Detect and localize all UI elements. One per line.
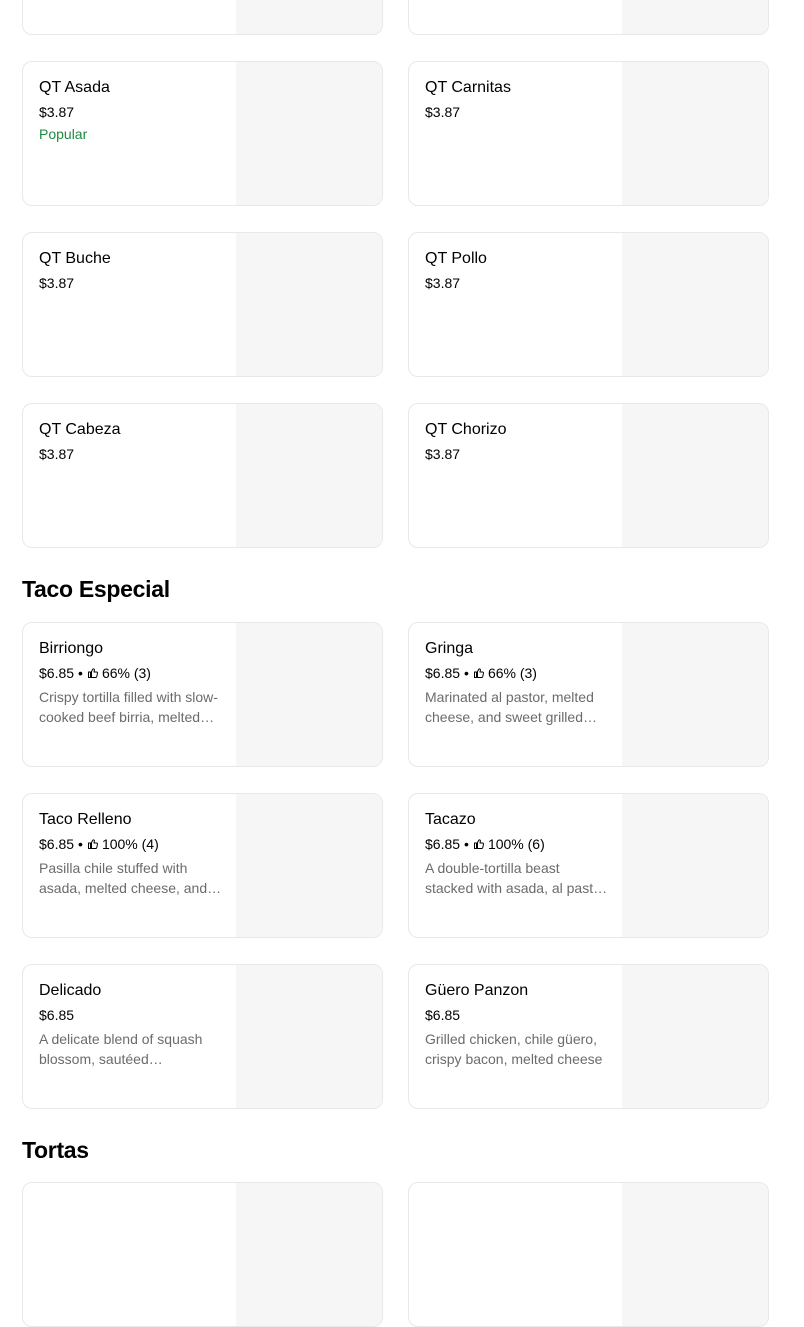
item-rating: 100% (6)	[487, 836, 545, 852]
item-description: A double-tortilla beast stacked with asa…	[425, 860, 606, 896]
item-image-placeholder	[622, 233, 768, 376]
menu-item-qt-buche[interactable]: QT Buche $3.87	[22, 232, 383, 377]
item-name: QT Cabeza	[39, 421, 121, 438]
thumbs-up-icon	[473, 668, 484, 678]
item-image-placeholder	[236, 0, 382, 34]
item-price: $3.87	[39, 446, 75, 462]
section-title-tortas: Tortas	[22, 1137, 89, 1163]
thumbs-up-icon	[473, 839, 484, 849]
menu-item-qt-cabeza[interactable]: QT Cabeza $3.87	[22, 403, 383, 548]
item-price-row: $3.87	[425, 274, 610, 292]
item-price-row: $3.87	[425, 445, 610, 463]
item-name: QT Pollo	[425, 250, 487, 267]
menu-item-card-partial[interactable]	[22, 0, 383, 35]
item-image-placeholder	[236, 794, 382, 937]
meta-separator: •	[464, 836, 469, 852]
item-price: $3.87	[425, 104, 461, 120]
item-name: QT Chorizo	[425, 421, 507, 438]
item-name: Gringa	[425, 640, 474, 657]
item-image-placeholder	[622, 623, 768, 766]
item-price-row: $3.87	[39, 445, 224, 463]
item-image-placeholder	[622, 404, 768, 547]
item-image-placeholder	[236, 62, 382, 205]
item-price-row: $6.85	[425, 1006, 610, 1024]
item-name: QT Carnitas	[425, 79, 511, 96]
item-image-placeholder	[622, 0, 768, 34]
item-name: QT Asada	[39, 79, 110, 96]
item-name: Tacazo	[425, 811, 476, 828]
section-title-taco-especial: Taco Especial	[22, 576, 170, 602]
menu-item-birriongo[interactable]: Birriongo $6.85 • 66% (3) Crispy tortill…	[22, 622, 383, 767]
item-name: Güero Panzon	[425, 982, 529, 999]
item-price-row: $6.85	[39, 1006, 224, 1024]
item-price: $3.87	[425, 275, 461, 291]
item-price: $3.87	[39, 104, 75, 120]
item-price: $6.85	[425, 665, 461, 681]
item-image-placeholder	[622, 794, 768, 937]
item-image-placeholder	[236, 233, 382, 376]
item-price: $3.87	[425, 446, 461, 462]
meta-separator: •	[78, 665, 83, 681]
menu-item-card-partial[interactable]	[408, 0, 769, 35]
menu-item-qt-pollo[interactable]: QT Pollo $3.87	[408, 232, 769, 377]
item-description: Marinated al pastor, melted cheese, and …	[425, 689, 594, 725]
menu-item-qt-asada[interactable]: QT Asada $3.87 Popular	[22, 61, 383, 206]
item-rating: 66% (3)	[487, 665, 537, 681]
item-description: Pasilla chile stuffed with asada, melted…	[39, 860, 208, 896]
item-price-row: $3.87	[39, 274, 224, 292]
meta-separator: •	[464, 665, 469, 681]
popular-badge: Popular	[39, 126, 88, 142]
item-price-row: $6.85 • 66% (3)	[425, 664, 610, 682]
item-name: Taco Relleno	[39, 811, 132, 828]
menu-item-gringa[interactable]: Gringa $6.85 • 66% (3) Marinated al past…	[408, 622, 769, 767]
item-price-row: $3.87	[425, 103, 610, 121]
item-price: $6.85	[425, 1007, 461, 1023]
item-rating: 66% (3)	[101, 665, 151, 681]
item-rating: 100% (4)	[101, 836, 159, 852]
menu-item-guero-panzon[interactable]: Güero Panzon $6.85 Grilled chicken, chil…	[408, 964, 769, 1109]
item-image-placeholder	[236, 404, 382, 547]
item-description: Crispy tortilla filled with slow-cooked …	[39, 689, 218, 725]
item-image-placeholder	[622, 62, 768, 205]
item-image-placeholder	[622, 965, 768, 1108]
item-price: $6.85	[425, 836, 461, 852]
menu-item-qt-chorizo[interactable]: QT Chorizo $3.87	[408, 403, 769, 548]
menu-item-card-partial[interactable]	[408, 1182, 769, 1327]
item-price-row: $3.87	[39, 103, 224, 121]
menu-item-card-partial[interactable]	[22, 1182, 383, 1327]
menu-item-taco-relleno[interactable]: Taco Relleno $6.85 • 100% (4) Pasilla ch…	[22, 793, 383, 938]
item-price-row: $6.85 • 66% (3)	[39, 664, 224, 682]
menu-item-qt-carnitas[interactable]: QT Carnitas $3.87	[408, 61, 769, 206]
item-image-placeholder	[622, 1183, 768, 1326]
menu-item-tacazo[interactable]: Tacazo $6.85 • 100% (6) A double-tortill…	[408, 793, 769, 938]
item-price: $6.85	[39, 1007, 75, 1023]
item-image-placeholder	[236, 623, 382, 766]
item-price-row: $6.85 • 100% (4)	[39, 835, 224, 853]
item-name: QT Buche	[39, 250, 111, 267]
item-image-placeholder	[236, 965, 382, 1108]
item-price: $3.87	[39, 275, 75, 291]
item-name: Birriongo	[39, 640, 104, 657]
thumbs-up-icon	[87, 668, 98, 678]
item-price: $6.85	[39, 836, 75, 852]
item-name: Delicado	[39, 982, 102, 999]
thumbs-up-icon	[87, 839, 98, 849]
item-description: Grilled chicken, chile güero, crispy bac…	[425, 1031, 603, 1067]
menu-item-delicado[interactable]: Delicado $6.85 A delicate blend of squas…	[22, 964, 383, 1109]
item-price-row: $6.85 • 100% (6)	[425, 835, 610, 853]
item-price: $6.85	[39, 665, 75, 681]
item-description: A delicate blend of squash blossom, saut…	[39, 1031, 203, 1067]
meta-separator: •	[78, 836, 83, 852]
item-image-placeholder	[236, 1183, 382, 1326]
